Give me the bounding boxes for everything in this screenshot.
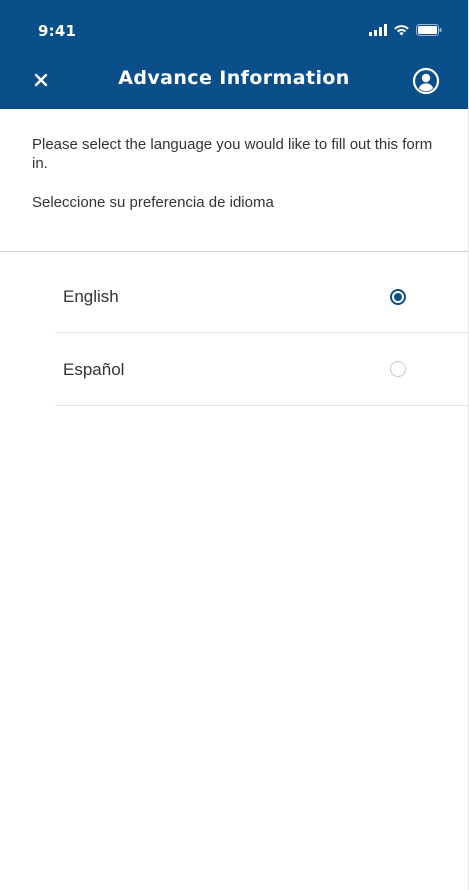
language-option-label: Español: [63, 360, 125, 379]
page-title: Advance Information: [118, 67, 350, 89]
screen: 9:41 Advance Information Please select t…: [0, 0, 469, 890]
radio-spanish[interactable]: [390, 361, 406, 377]
language-options: English Español: [0, 252, 468, 406]
profile-button[interactable]: [412, 67, 440, 95]
radio-english[interactable]: [390, 289, 406, 305]
header: 9:41 Advance Information: [0, 0, 468, 109]
intro-section: Please select the language you would lik…: [0, 109, 468, 212]
instruction-text-spanish: Seleccione su preferencia de idioma: [32, 194, 274, 211]
signal-icon: [369, 24, 387, 36]
instruction-text: Please select the language you would lik…: [32, 136, 433, 172]
battery-icon: [416, 24, 442, 36]
status-icons: [369, 24, 442, 36]
language-option-english[interactable]: English: [55, 252, 468, 333]
language-option-label: English: [63, 287, 119, 306]
profile-icon: [412, 67, 440, 95]
language-option-spanish[interactable]: Español: [55, 333, 468, 406]
wifi-icon: [394, 25, 409, 36]
status-time: 9:41: [38, 22, 77, 40]
